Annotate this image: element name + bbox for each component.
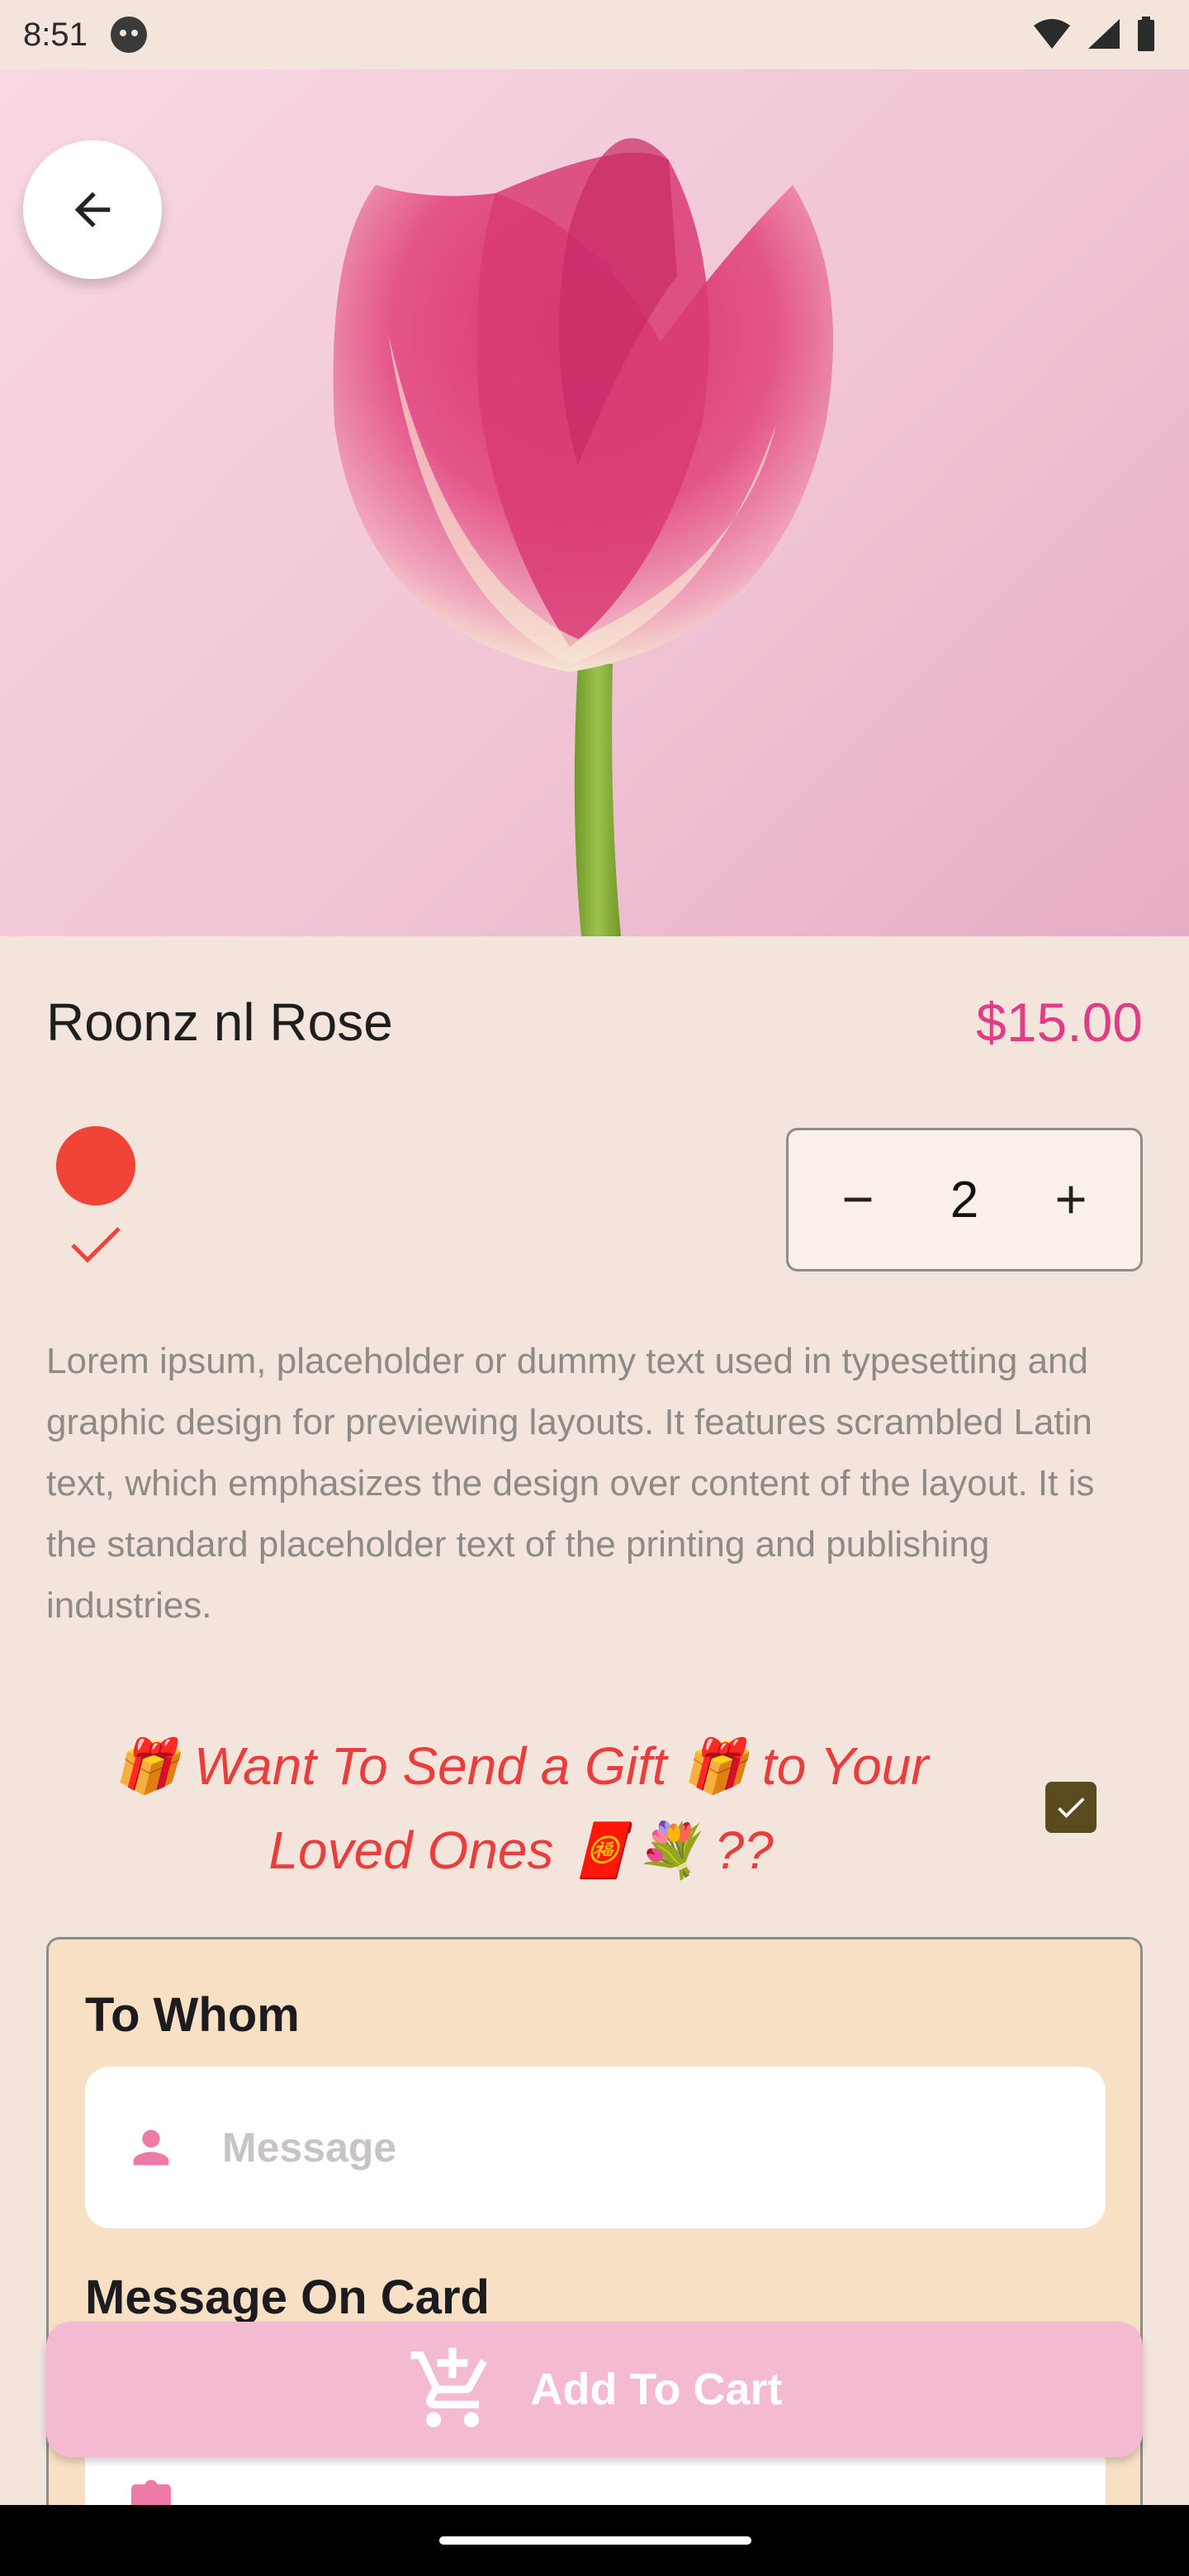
add-cart-icon — [410, 2347, 487, 2427]
wifi-icon — [1034, 19, 1070, 49]
status-icons — [1032, 17, 1156, 51]
product-image — [0, 69, 1189, 936]
checkmark-icon — [71, 1227, 121, 1263]
tulip-illustration — [333, 138, 833, 936]
check-icon — [1058, 1797, 1085, 1818]
to-whom-label: To Whom — [85, 1988, 300, 2042]
person-icon — [133, 2129, 169, 2166]
add-to-cart-label: Add To Cart — [530, 2365, 783, 2414]
product-price: $15.00 — [976, 992, 1143, 1053]
app-notification-icon — [110, 17, 147, 53]
product-description: Lorem ipsum, placeholder or dummy text u… — [46, 1341, 1095, 1626]
message-on-card-label: Message On Card — [85, 2271, 490, 2324]
signal-icon — [1088, 19, 1120, 49]
home-indicator[interactable] — [439, 2536, 751, 2545]
recipient-field[interactable] — [85, 2067, 1106, 2228]
battery-icon — [1138, 17, 1154, 51]
status-time: 8:51 — [23, 16, 88, 53]
minus-icon[interactable] — [835, 1177, 881, 1223]
gift-details-card: To Whom Message On Card — [46, 1937, 1143, 2576]
add-to-cart-button[interactable]: Add To Cart — [46, 2322, 1143, 2457]
gift-checkbox[interactable] — [1045, 1782, 1097, 1833]
product-name: Roonz nl Rose — [46, 992, 393, 1052]
recipient-input[interactable] — [222, 2124, 1048, 2171]
plus-icon[interactable] — [1048, 1177, 1094, 1223]
quantity-stepper: 2 — [786, 1128, 1143, 1271]
color-swatch-red[interactable] — [56, 1126, 135, 1205]
gift-prompt: 🎁 Want To Send a Gift 🎁 to Your Loved On… — [113, 1736, 929, 1880]
status-bar: 8:51 — [0, 0, 1189, 69]
product-header: Roonz nl Rose $15.00 — [46, 991, 1143, 1054]
back-button[interactable] — [23, 140, 162, 279]
back-arrow-icon — [74, 192, 111, 228]
quantity-value: 2 — [950, 1171, 979, 1229]
